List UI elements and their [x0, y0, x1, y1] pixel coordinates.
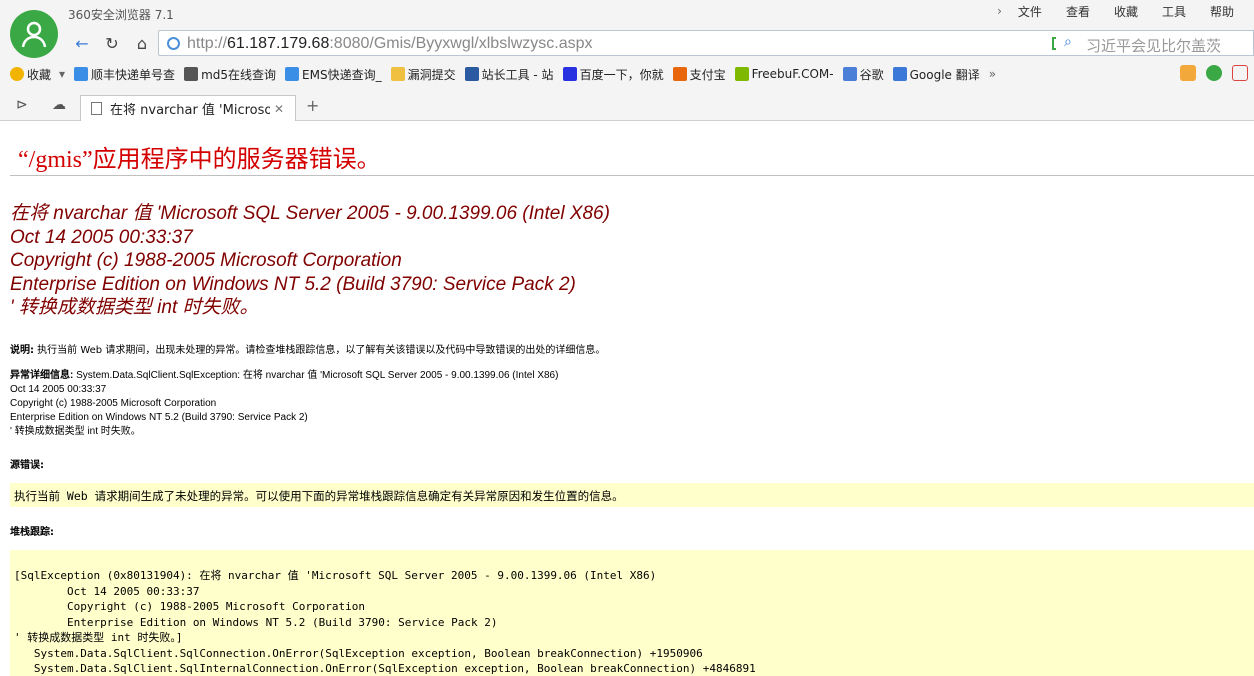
extension-tray [1180, 65, 1248, 81]
browser-chrome: 360安全浏览器 7.1 › 文件 查看 收藏 工具 帮助 ← ↻ ⌂ http… [0, 0, 1254, 121]
exception-label: 异常详细信息: [10, 370, 74, 381]
cloud-icon[interactable]: ☁ [52, 97, 66, 113]
bookmark-label: EMS快递查询_ [302, 67, 382, 82]
bookmark-label: 收藏 [27, 67, 52, 82]
page-content: “/gmis”应用程序中的服务器错误。 在将 nvarchar 值 'Micro… [0, 121, 1254, 676]
browser-logo-icon [10, 10, 58, 58]
stack-trace-box: [SqlException (0x80131904): 在将 nvarchar … [10, 550, 1254, 676]
url-scheme: http:// [187, 35, 228, 52]
home-icon[interactable]: ⌂ [130, 31, 154, 55]
error-title: 在将 nvarchar 值 'Microsoft SQL Server 2005… [10, 202, 610, 320]
bookmark-label: 漏洞提交 [407, 67, 456, 82]
app-title: 360安全浏览器 7.1 [68, 8, 174, 22]
bookmark-item[interactable]: 站长工具 - 站 [464, 66, 554, 83]
stack-trace-text: [SqlException (0x80131904): 在将 nvarchar … [14, 569, 756, 675]
exception-text: System.Data.SqlClient.SqlException: 在将 n… [73, 370, 559, 381]
source-error-text: 执行当前 Web 请求期间生成了未处理的异常。可以使用下面的异常堆栈跟踪信息确定… [14, 489, 624, 503]
bookmark-item[interactable]: 谷歌 [842, 66, 884, 83]
menu-favorites[interactable]: 收藏 [1102, 4, 1150, 20]
ie-icon [285, 67, 300, 81]
grid-icon [184, 67, 199, 81]
chevron-right-icon[interactable]: › [993, 4, 1006, 20]
bookmark-label: md5在线查询 [201, 67, 277, 82]
address-bar[interactable]: http://61.187.179.68:8080/Gmis/Byyxwgl/x… [158, 30, 1122, 56]
bookmark-label: 百度一下，你就 [579, 67, 664, 82]
menu-bar: › 文件 查看 收藏 工具 帮助 [993, 4, 1246, 20]
url-text[interactable]: http://61.187.179.68:8080/Gmis/Byyxwgl/x… [187, 35, 593, 53]
menu-tools[interactable]: 工具 [1150, 4, 1198, 20]
page-title: “/gmis”应用程序中的服务器错误。 [18, 147, 381, 173]
menu-view[interactable]: 查看 [1054, 4, 1102, 20]
navigation-bar: ← ↻ ⌂ http://61.187.179.68:8080/Gmis/Byy… [66, 29, 1254, 57]
bookmark-item[interactable]: Google 翻译 [892, 66, 980, 83]
divider [10, 175, 1254, 176]
sidebar-toggle-icon[interactable]: ⊳ [16, 97, 28, 113]
page-icon [91, 102, 102, 115]
bookmark-item[interactable]: md5在线查询 [184, 66, 276, 83]
error-title-line: Oct 14 2005 00:33:37 [10, 226, 193, 248]
site-icon [464, 67, 479, 81]
error-title-line: ' 转换成数据类型 int 时失败。 [10, 297, 259, 318]
search-input[interactable]: 习近平会见比尔盖茨 [1086, 35, 1221, 56]
url-host: 61.187.179.68 [227, 35, 330, 52]
description-text: 执行当前 Web 请求期间，出现未处理的异常。请检查堆栈跟踪信息，以了解有关该错… [34, 345, 606, 356]
security-shield-icon[interactable] [1206, 65, 1222, 81]
tab-title: 在将 nvarchar 值 'Microsoft S [110, 103, 270, 118]
error-description: 说明: 执行当前 Web 请求期间，出现未处理的异常。请检查堆栈跟踪信息，以了解… [10, 341, 605, 356]
error-title-line: Enterprise Edition on Windows NT 5.2 (Bu… [10, 273, 576, 295]
translate-icon [892, 67, 907, 81]
chevron-down-icon[interactable]: ▾ [59, 67, 65, 81]
bookmark-item[interactable]: 支付宝 [672, 66, 726, 83]
search-icon[interactable]: ⌕ [1064, 34, 1072, 50]
bookmark-label: Google 翻译 [909, 67, 980, 82]
back-arrow-icon[interactable]: ← [70, 31, 94, 55]
bookmark-item[interactable]: 顺丰快递单号查 [74, 66, 175, 83]
bookmark-label: 顺丰快递单号查 [91, 67, 176, 82]
bookmark-label: 谷歌 [859, 67, 884, 82]
bookmark-item[interactable]: FreebuF.COM- [734, 67, 834, 81]
description-label: 说明: [10, 345, 34, 356]
url-path: :8080/Gmis/Byyxwgl/xlbslwzysc.aspx [329, 35, 593, 52]
source-error-label: 源错误: [10, 460, 44, 471]
bookmark-label: 支付宝 [689, 67, 726, 82]
search-box[interactable]: ⌕ 习近平会见比尔盖茨 [1056, 30, 1254, 56]
exception-text-rest: Oct 14 2005 00:33:37 Copyright (c) 1988-… [10, 384, 308, 437]
source-error-box: 执行当前 Web 请求期间生成了未处理的异常。可以使用下面的异常堆栈跟踪信息确定… [10, 483, 1254, 507]
menu-file[interactable]: 文件 [1006, 4, 1054, 20]
menu-help[interactable]: 帮助 [1198, 4, 1246, 20]
ie-icon [74, 67, 89, 81]
error-title-line: 在将 nvarchar 值 'Microsoft SQL Server 2005… [10, 203, 610, 224]
close-tab-icon[interactable]: ✕ [274, 102, 284, 116]
reader-icon[interactable] [1232, 65, 1248, 81]
bookmark-favorites[interactable]: 收藏 ▾ [10, 66, 65, 83]
stack-trace-label: 堆栈跟踪: [10, 527, 54, 538]
bookmarks-bar: 收藏 ▾ 顺丰快递单号查 md5在线查询 EMS快递查询_ 漏洞提交 站长工具 -… [0, 62, 1254, 86]
bookmark-item[interactable]: 百度一下，你就 [562, 66, 664, 83]
folder-icon [390, 67, 405, 81]
freebuf-icon [734, 67, 749, 81]
more-bookmarks-icon[interactable]: » [989, 67, 996, 81]
bookmark-item[interactable]: EMS快递查询_ [285, 66, 382, 83]
new-tab-button[interactable]: + [306, 96, 319, 115]
refresh-icon[interactable]: ↻ [100, 31, 124, 55]
star-icon [10, 67, 24, 81]
site-info-icon[interactable] [167, 37, 180, 50]
tab-active[interactable]: 在将 nvarchar 值 'Microsoft S ✕ [80, 95, 296, 121]
apps-icon[interactable] [1180, 65, 1196, 81]
tab-strip: ⊳ ☁ 在将 nvarchar 值 'Microsoft S ✕ + [0, 92, 1254, 121]
error-title-line: Copyright (c) 1988-2005 Microsoft Corpor… [10, 250, 402, 271]
exception-details: 异常详细信息: System.Data.SqlClient.SqlExcepti… [10, 369, 558, 439]
alipay-icon [672, 67, 687, 81]
bookmark-item[interactable]: 漏洞提交 [390, 66, 456, 83]
bookmark-label: FreebuF.COM- [751, 67, 834, 81]
baidu-icon [562, 67, 577, 81]
bookmark-label: 站长工具 - 站 [481, 67, 554, 82]
google-icon [842, 67, 857, 81]
